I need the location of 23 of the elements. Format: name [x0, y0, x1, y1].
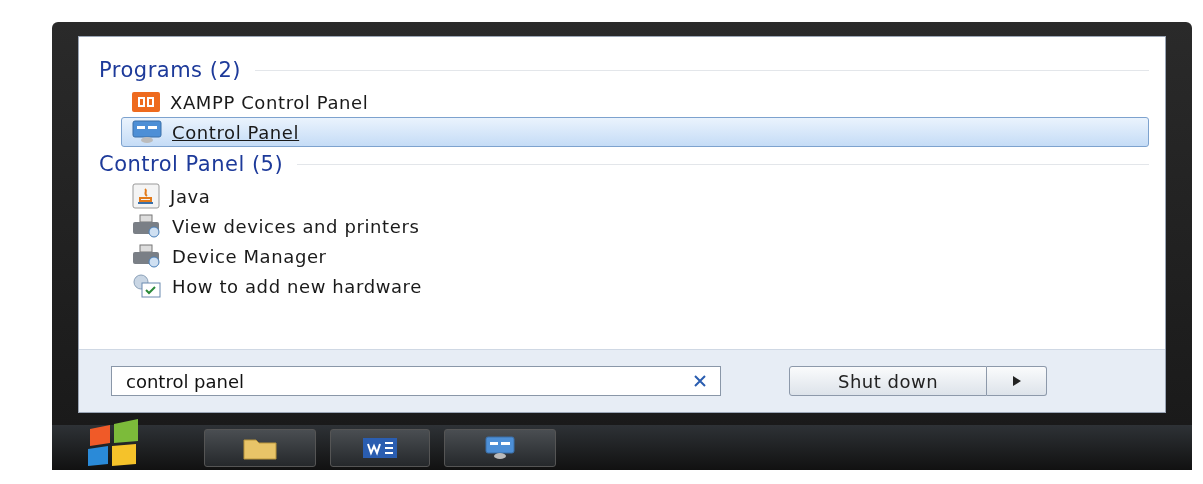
printer-icon	[132, 214, 162, 238]
result-item[interactable]: XAMPP Control Panel	[121, 87, 1149, 117]
taskbar-button[interactable]	[444, 428, 556, 467]
java-cup-icon	[132, 183, 160, 209]
shut-down-options-button[interactable]	[987, 366, 1047, 396]
taskbar-button[interactable]	[330, 428, 430, 467]
group-header: Programs (2)	[99, 58, 241, 82]
shut-down-button[interactable]: Shut down	[789, 366, 987, 396]
gear-checklist-icon	[132, 273, 162, 299]
search-field[interactable]: control panel	[111, 366, 721, 396]
result-item[interactable]: Control Panel	[121, 117, 1149, 147]
printer-icon	[132, 244, 162, 268]
taskbar-button[interactable]	[204, 428, 316, 467]
monitor-icon	[132, 120, 162, 144]
document-icon	[362, 436, 398, 459]
triangle-right-icon	[1012, 376, 1021, 386]
close-icon[interactable]	[693, 375, 707, 387]
monitor-icon	[483, 435, 517, 460]
group-header: Control Panel (5)	[99, 152, 284, 176]
result-item[interactable]: How to add new hardware	[121, 271, 1149, 301]
result-item[interactable]: Device Manager	[121, 241, 1149, 271]
result-item[interactable]: Java	[121, 181, 1149, 211]
result-item[interactable]: View devices and printers	[121, 211, 1149, 241]
